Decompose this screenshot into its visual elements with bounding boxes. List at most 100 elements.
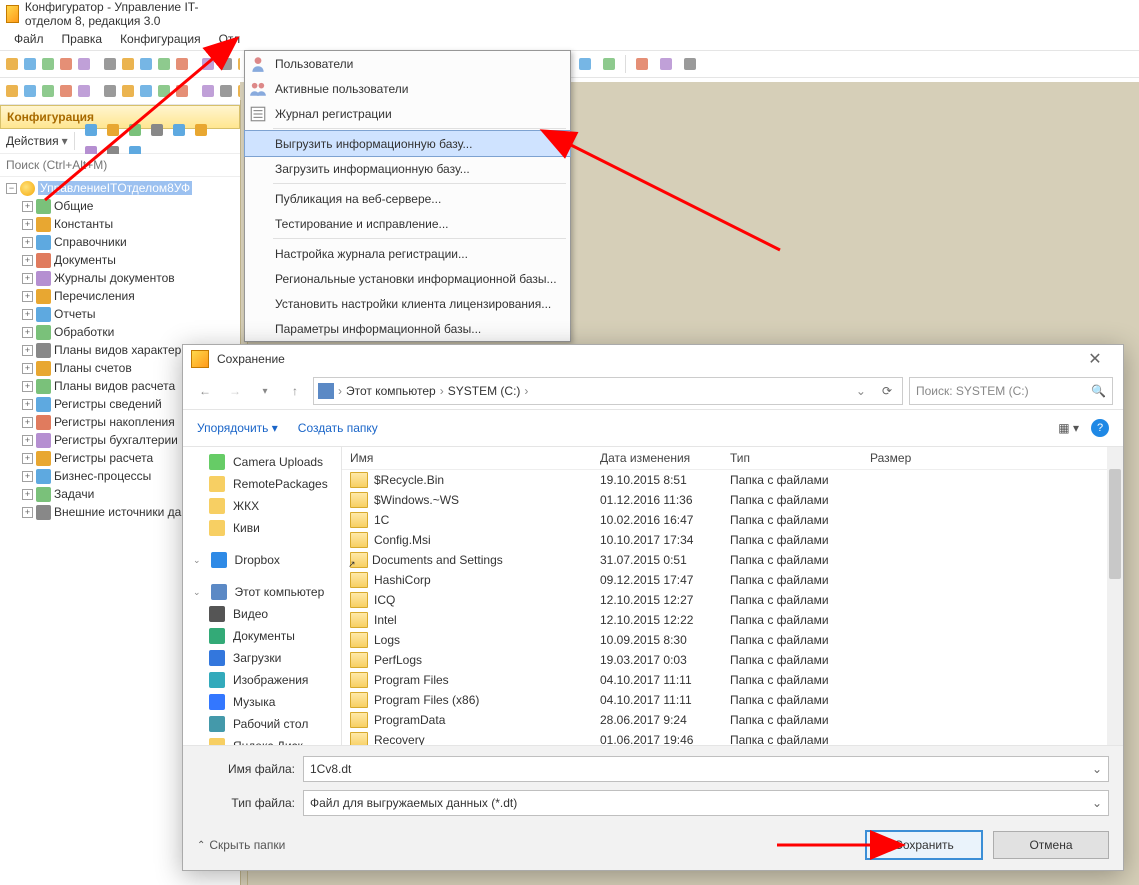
tree-expand-icon[interactable]: +: [22, 237, 33, 248]
file-row[interactable]: $Recycle.Bin19.10.2015 8:51Папка с файла…: [342, 470, 1123, 491]
nav-recent-icon[interactable]: ▾: [253, 379, 277, 403]
toolbar-button[interactable]: [218, 80, 234, 102]
tree-expand-icon[interactable]: +: [22, 345, 33, 356]
menu-Правка[interactable]: Правка: [54, 30, 111, 48]
toolbar-button[interactable]: [120, 53, 136, 75]
menu-Конфигурация[interactable]: Конфигурация: [112, 30, 209, 48]
admin-menu-dropdown[interactable]: ПользователиАктивные пользователиЖурнал …: [244, 50, 571, 342]
tree-item[interactable]: +Справочники: [0, 233, 240, 251]
file-row[interactable]: Recovery01.06.2017 19:46Папка с файлами: [342, 730, 1123, 745]
toolbar-button[interactable]: [58, 80, 74, 102]
tree-expand-icon[interactable]: +: [22, 417, 33, 428]
nav-item[interactable]: Изображения: [183, 669, 341, 691]
nav-item[interactable]: Музыка: [183, 691, 341, 713]
tree-expand-icon[interactable]: +: [22, 255, 33, 266]
menu-item[interactable]: Параметры информационной базы...: [245, 316, 570, 341]
file-row[interactable]: PerfLogs19.03.2017 0:03Папка с файлами: [342, 650, 1123, 670]
tree-expand-icon[interactable]: +: [22, 471, 33, 482]
tree-expand-icon[interactable]: +: [22, 291, 33, 302]
organize-button[interactable]: Упорядочить ▾: [197, 421, 278, 435]
toolbar-button[interactable]: [679, 53, 701, 75]
file-list-scrollbar[interactable]: [1107, 447, 1123, 745]
toolbar-button[interactable]: [156, 80, 172, 102]
tree-item[interactable]: +Журналы документов: [0, 269, 240, 287]
new-folder-button[interactable]: Создать папку: [298, 421, 378, 435]
nav-item[interactable]: RemotePackages: [183, 473, 341, 495]
nav-forward-icon[interactable]: →: [223, 379, 247, 403]
menu-item[interactable]: Установить настройки клиента лицензирова…: [245, 291, 570, 316]
menu-item[interactable]: Тестирование и исправление...: [245, 211, 570, 236]
toolbar-button[interactable]: [102, 53, 118, 75]
tree-expand-icon[interactable]: +: [22, 399, 33, 410]
menu-item[interactable]: Активные пользователи: [245, 76, 570, 101]
toolbar-button[interactable]: [200, 53, 216, 75]
save-button[interactable]: Сохранить: [865, 830, 983, 860]
nav-item[interactable]: ⌄Этот компьютер: [183, 581, 341, 603]
tree-expand-icon[interactable]: +: [22, 507, 33, 518]
file-row[interactable]: $Windows.~WS01.12.2016 11:36Папка с файл…: [342, 490, 1123, 510]
toolbar-button[interactable]: [200, 80, 216, 102]
hide-folders-toggle[interactable]: ⌃ Скрыть папки: [197, 838, 285, 852]
nav-item[interactable]: Киви: [183, 517, 341, 539]
menu-item[interactable]: Загрузить информационную базу...: [245, 156, 570, 181]
file-row[interactable]: HashiCorp09.12.2015 17:47Папка с файлами: [342, 570, 1123, 590]
action-button[interactable]: [146, 119, 168, 141]
nav-item[interactable]: ЖКХ: [183, 495, 341, 517]
tree-expand-icon[interactable]: +: [22, 219, 33, 230]
tree-expand-icon[interactable]: +: [22, 327, 33, 338]
toolbar-button[interactable]: [40, 80, 56, 102]
toolbar-button[interactable]: [598, 53, 620, 75]
toolbar-button[interactable]: [138, 53, 154, 75]
tree-expand-icon[interactable]: +: [22, 201, 33, 212]
file-row[interactable]: Logs10.09.2015 8:30Папка с файлами: [342, 630, 1123, 650]
toolbar-button[interactable]: [631, 53, 653, 75]
refresh-icon[interactable]: ⟳: [876, 384, 898, 398]
action-button[interactable]: [102, 119, 124, 141]
action-button[interactable]: [124, 119, 146, 141]
toolbar-button[interactable]: [655, 53, 677, 75]
tree-item[interactable]: +Отчеты: [0, 305, 240, 323]
dialog-search-input[interactable]: Поиск: SYSTEM (C:) 🔍: [909, 377, 1113, 405]
file-row[interactable]: Program Files04.10.2017 11:11Папка с фай…: [342, 670, 1123, 690]
view-mode-icon[interactable]: ▦ ▾: [1058, 421, 1079, 435]
file-row[interactable]: 1C10.02.2016 16:47Папка с файлами: [342, 510, 1123, 530]
tree-expand-icon[interactable]: +: [22, 273, 33, 284]
file-row[interactable]: ProgramData28.06.2017 9:24Папка с файлам…: [342, 710, 1123, 730]
help-icon[interactable]: ?: [1091, 419, 1109, 437]
nav-item[interactable]: ⌄Dropbox: [183, 549, 341, 571]
dialog-nav-tree[interactable]: Camera UploadsRemotePackagesЖКХКиви ⌄Drop…: [183, 447, 342, 745]
dialog-close-button[interactable]: ✕: [1075, 347, 1115, 371]
toolbar-button[interactable]: [138, 80, 154, 102]
menu-item[interactable]: Выгрузить информационную базу...: [244, 130, 571, 157]
filetype-select[interactable]: Файл для выгружаемых данных (*.dt)⌄: [303, 790, 1109, 816]
actions-label[interactable]: Действия: [6, 134, 59, 148]
tree-expand-icon[interactable]: +: [22, 309, 33, 320]
action-button[interactable]: [80, 119, 102, 141]
file-list[interactable]: Имя Дата изменения Тип Размер $Recycle.B…: [342, 447, 1123, 745]
toolbar-button[interactable]: [156, 53, 172, 75]
tree-item[interactable]: +Константы: [0, 215, 240, 233]
toolbar-button[interactable]: [76, 80, 92, 102]
file-row[interactable]: Config.Msi10.10.2017 17:34Папка с файлам…: [342, 530, 1123, 550]
menu-item[interactable]: Журнал регистрации: [245, 101, 570, 126]
toolbar-button[interactable]: [4, 53, 20, 75]
config-search-input[interactable]: [0, 154, 252, 176]
nav-item[interactable]: Рабочий стол: [183, 713, 341, 735]
toolbar-button[interactable]: [22, 53, 38, 75]
filename-input[interactable]: 1Cv8.dt⌄: [303, 756, 1109, 782]
toolbar-button[interactable]: [574, 53, 596, 75]
toolbar-button[interactable]: [22, 80, 38, 102]
action-button[interactable]: [190, 119, 212, 141]
toolbar-button[interactable]: [102, 80, 118, 102]
breadcrumb-drive[interactable]: SYSTEM (C:): [448, 384, 521, 398]
nav-item[interactable]: Camera Uploads: [183, 451, 341, 473]
breadcrumb-dropdown-icon[interactable]: ⌄: [850, 384, 872, 398]
action-button[interactable]: [168, 119, 190, 141]
col-type[interactable]: Тип: [722, 447, 862, 470]
tree-expand-icon[interactable]: +: [22, 453, 33, 464]
tree-item[interactable]: +Документы: [0, 251, 240, 269]
nav-item[interactable]: Яндекс.Диск: [183, 735, 341, 745]
menu-item[interactable]: Публикация на веб-сервере...: [245, 186, 570, 211]
file-row[interactable]: ICQ12.10.2015 12:27Папка с файлами: [342, 590, 1123, 610]
menu-Файл[interactable]: Файл: [6, 30, 52, 48]
